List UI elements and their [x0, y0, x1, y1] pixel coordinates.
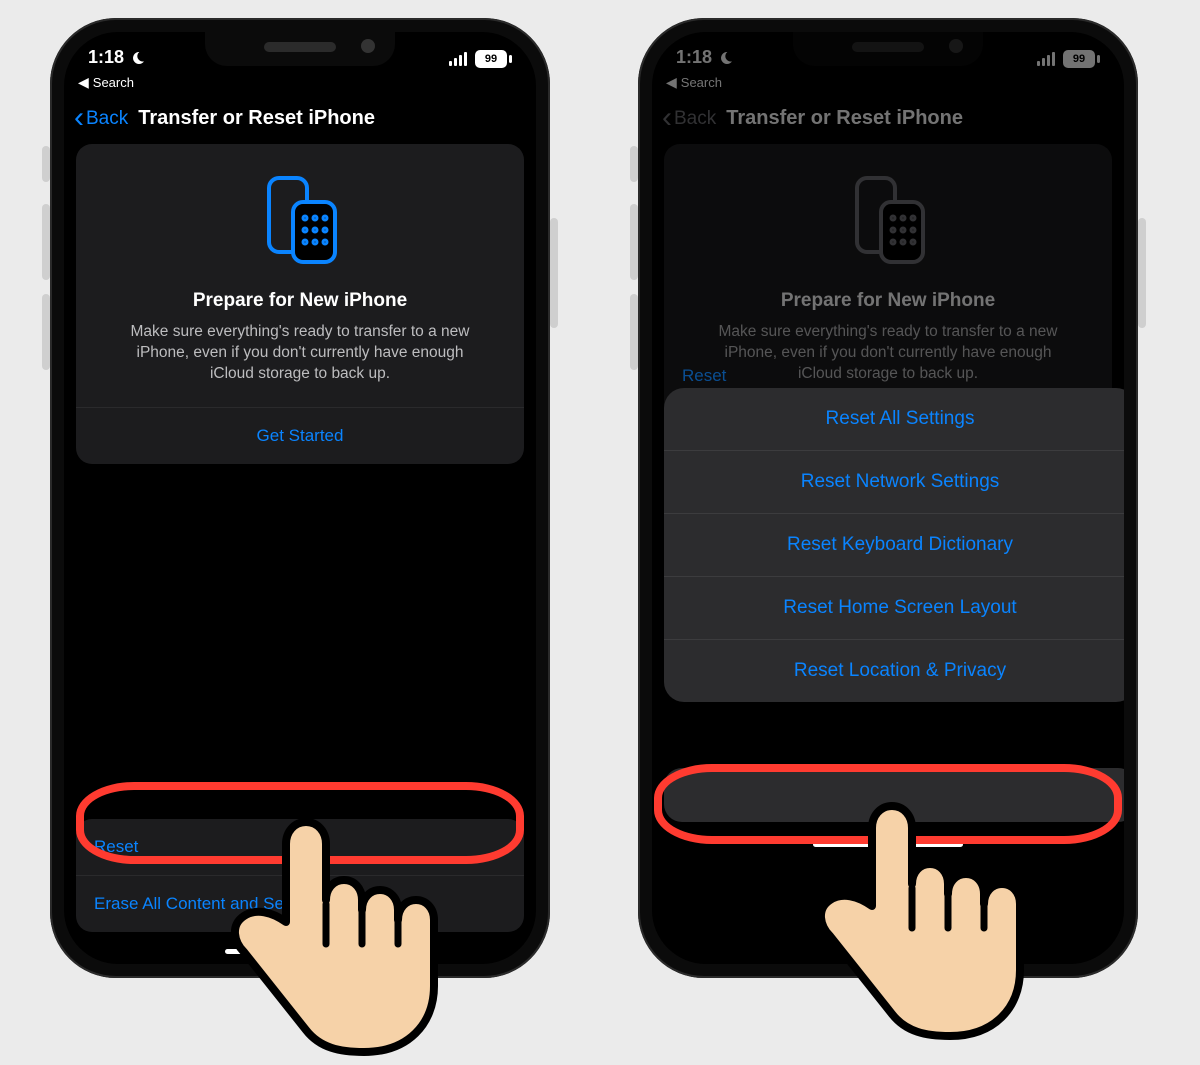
battery-icon: 99 [475, 50, 512, 68]
home-indicator[interactable] [813, 842, 963, 847]
notch [205, 32, 395, 66]
reset-location-privacy[interactable]: Reset Location & Privacy [664, 639, 1124, 702]
chevron-left-icon: ‹ [662, 109, 672, 127]
reset-action-sheet: Reset All Settings Reset Network Setting… [664, 388, 1124, 702]
dnd-moon-icon [718, 50, 734, 66]
mute-switch [630, 146, 638, 182]
reset-network-settings[interactable]: Reset Network Settings [664, 450, 1124, 513]
back-to-app-label: Search [93, 75, 134, 90]
cancel-sheet-placeholder[interactable] [664, 768, 1124, 822]
chevron-left-icon: ◀ [78, 74, 89, 91]
tutorial-two-phones: 1:18 99 ◀ Search ‹ [0, 0, 1200, 1038]
status-time: 1:18 [88, 47, 124, 68]
chevron-left-icon: ‹ [74, 109, 84, 127]
notch [793, 32, 983, 66]
reset-row[interactable]: Reset [76, 819, 524, 875]
iphone-frame-left: 1:18 99 ◀ Search ‹ [50, 18, 550, 978]
back-button[interactable]: ‹ Back [662, 108, 716, 130]
dnd-moon-icon [130, 50, 146, 66]
back-label: Back [674, 108, 716, 130]
erase-all-row[interactable]: Erase All Content and Settings [76, 875, 524, 932]
prepare-card: Prepare for New iPhone Make sure everyth… [76, 144, 524, 464]
back-to-app-label: Search [681, 75, 722, 90]
devices-icon [96, 172, 504, 272]
back-to-app[interactable]: ◀ Search [652, 70, 1124, 95]
reset-all-settings[interactable]: Reset All Settings [664, 388, 1124, 450]
back-label: Back [86, 108, 128, 130]
page-title: Transfer or Reset iPhone [138, 107, 375, 130]
prepare-body: Make sure everything's ready to transfer… [708, 322, 1068, 385]
reset-home-screen-layout[interactable]: Reset Home Screen Layout [664, 576, 1124, 639]
actions-list: Reset Erase All Content and Settings [76, 819, 524, 932]
back-to-app[interactable]: ◀ Search [64, 70, 536, 95]
screen: 1:18 99 ◀ Search ‹ [64, 32, 536, 964]
volume-up-button [42, 204, 50, 280]
iphone-frame-right: 1:18 99 ◀ Search ‹ [638, 18, 1138, 978]
home-indicator[interactable] [225, 949, 375, 954]
side-button [550, 218, 558, 328]
prepare-heading: Prepare for New iPhone [684, 290, 1092, 312]
devices-icon [684, 172, 1092, 272]
mute-switch [42, 146, 50, 182]
cell-signal-icon [449, 52, 467, 66]
prepare-body: Make sure everything's ready to transfer… [120, 322, 480, 385]
back-button[interactable]: ‹ Back [74, 108, 128, 130]
status-time: 1:18 [676, 47, 712, 68]
reset-keyboard-dictionary[interactable]: Reset Keyboard Dictionary [664, 513, 1124, 576]
screen: 1:18 99 ◀ Search ‹ [652, 32, 1124, 964]
volume-down-button [42, 294, 50, 370]
get-started-button[interactable]: Get Started [76, 407, 524, 464]
prepare-heading: Prepare for New iPhone [96, 290, 504, 312]
page-title: Transfer or Reset iPhone [726, 107, 963, 130]
nav-bar: ‹ Back Transfer or Reset iPhone [652, 95, 1124, 144]
volume-down-button [630, 294, 638, 370]
chevron-left-icon: ◀ [666, 74, 677, 91]
volume-up-button [630, 204, 638, 280]
battery-icon: 99 [1063, 50, 1100, 68]
cell-signal-icon [1037, 52, 1055, 66]
nav-bar: ‹ Back Transfer or Reset iPhone [64, 95, 536, 144]
side-button [1138, 218, 1146, 328]
underlying-reset-row: Reset [682, 366, 726, 385]
